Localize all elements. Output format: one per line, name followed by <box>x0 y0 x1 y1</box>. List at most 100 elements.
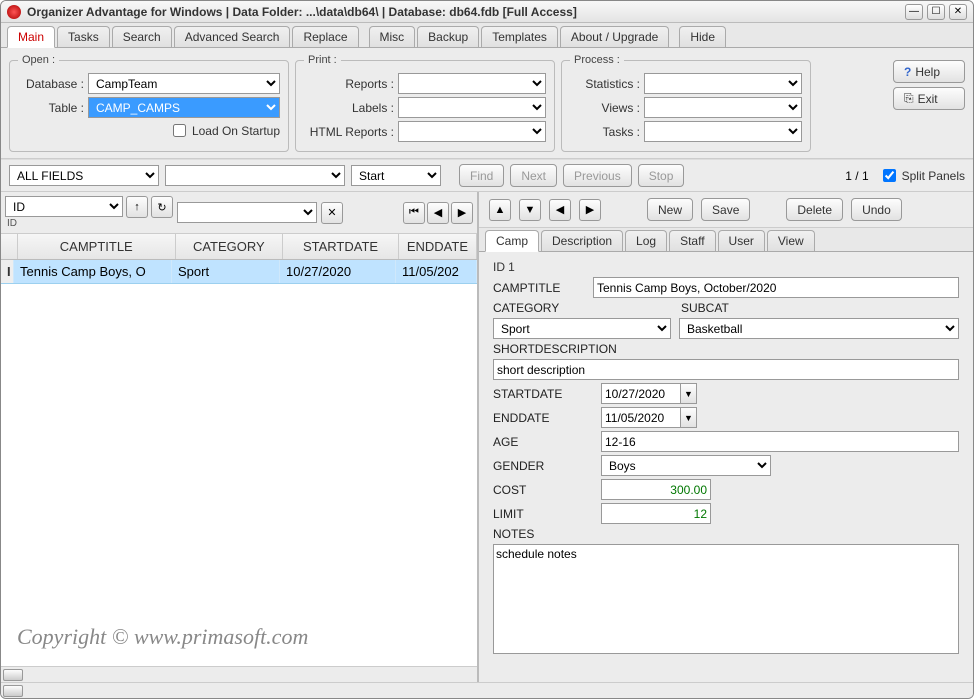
help-button[interactable]: ?Help <box>893 60 965 83</box>
tab-hide[interactable]: Hide <box>679 26 726 47</box>
load-on-startup-check[interactable]: Load On Startup <box>169 121 280 140</box>
sort1-select[interactable]: ID <box>5 196 123 217</box>
sort1-label: ID <box>5 218 173 229</box>
reports-select[interactable] <box>398 73 546 94</box>
next-button[interactable]: Next <box>510 164 557 187</box>
split-panels-check[interactable]: Split Panels <box>879 166 965 185</box>
collapse-up-button[interactable]: ▲ <box>489 199 511 221</box>
expand-down-button[interactable]: ▼ <box>519 199 541 221</box>
table-label: Table : <box>18 101 84 115</box>
app-window: Organizer Advantage for Windows | Data F… <box>0 0 974 699</box>
save-button[interactable]: Save <box>701 198 750 221</box>
detail-tab-user[interactable]: User <box>718 230 765 251</box>
field-select[interactable]: ALL FIELDS <box>9 165 159 186</box>
nav-prev-button[interactable]: ◀ <box>427 202 449 224</box>
camptitle-input[interactable] <box>593 277 959 298</box>
col-category[interactable]: CATEGORY <box>176 234 284 259</box>
tab-search[interactable]: Search <box>112 26 172 47</box>
col-startdate[interactable]: STARTDATE <box>283 234 399 259</box>
database-select[interactable]: CampTeam <box>88 73 280 94</box>
procTasks-label: Tasks : <box>570 125 640 139</box>
age-label: AGE <box>493 435 593 449</box>
gender-select[interactable]: Boys <box>601 455 771 476</box>
previous-button[interactable]: Previous <box>563 164 632 187</box>
tab-replace[interactable]: Replace <box>292 26 358 47</box>
maximize-button[interactable]: ☐ <box>927 4 945 20</box>
main-tabbar: Main Tasks Search Advanced Search Replac… <box>1 23 973 48</box>
id-value: 1 <box>508 260 515 274</box>
detail-tab-camp[interactable]: Camp <box>485 230 539 252</box>
detail-tab-log[interactable]: Log <box>625 230 667 251</box>
age-input[interactable] <box>601 431 959 452</box>
tab-advanced-search[interactable]: Advanced Search <box>174 26 291 47</box>
start-mode-select[interactable]: Start <box>351 165 441 186</box>
procTasks-select[interactable] <box>644 121 802 142</box>
open-group: Open : Database : CampTeam Table : CAMP_… <box>9 54 289 152</box>
shortdesc-input[interactable] <box>493 359 959 380</box>
delete-button[interactable]: Delete <box>786 198 843 221</box>
html-select[interactable] <box>398 121 546 142</box>
stop-button[interactable]: Stop <box>638 164 685 187</box>
enddate-picker-button[interactable]: ▼ <box>681 407 697 428</box>
labels-select[interactable] <box>398 97 546 118</box>
cost-input[interactable] <box>601 479 711 500</box>
subcat-select[interactable]: Basketball <box>679 318 959 339</box>
startdate-input[interactable] <box>601 383 681 404</box>
page-indicator: 1 / 1 <box>845 169 868 183</box>
notes-label: NOTES <box>493 527 534 541</box>
filter-value-select[interactable] <box>165 165 345 186</box>
sort2-select[interactable] <box>177 202 317 223</box>
startdate-picker-button[interactable]: ▼ <box>681 383 697 404</box>
tab-tasks[interactable]: Tasks <box>57 26 110 47</box>
tab-misc[interactable]: Misc <box>369 26 416 47</box>
move-right-button[interactable]: ▶ <box>579 199 601 221</box>
views-select[interactable] <box>644 97 802 118</box>
enddate-input[interactable] <box>601 407 681 428</box>
detail-tab-staff[interactable]: Staff <box>669 230 715 251</box>
database-label: Database : <box>18 77 84 91</box>
category-select[interactable]: Sport <box>493 318 671 339</box>
grid-body[interactable]: I Tennis Camp Boys, O Sport 10/27/2020 1… <box>1 260 477 666</box>
print-group: Print : Reports : Labels : HTML Reports … <box>295 54 555 152</box>
bottom-hscroll[interactable] <box>1 682 973 698</box>
nav-next-button[interactable]: ▶ <box>451 202 473 224</box>
right-pane: ▲ ▼ ◀ ▶ New Save Delete Undo Camp Descri… <box>479 192 973 682</box>
labels-label: Labels : <box>304 101 394 115</box>
clear-sort-button[interactable]: ✕ <box>321 202 343 224</box>
find-button[interactable]: Find <box>459 164 504 187</box>
subcat-label: SUBCAT <box>681 301 729 315</box>
col-camptitle[interactable]: CAMPTITLE <box>18 234 176 259</box>
col-enddate[interactable]: ENDDATE <box>399 234 477 259</box>
new-button[interactable]: New <box>647 198 693 221</box>
close-button[interactable]: ✕ <box>949 4 967 20</box>
process-group: Process : Statistics : Views : Tasks : <box>561 54 811 152</box>
tab-about[interactable]: About / Upgrade <box>560 26 669 47</box>
table-select[interactable]: CAMP_CAMPS <box>88 97 280 118</box>
stats-select[interactable] <box>644 73 802 94</box>
sort-asc-button[interactable]: ↑ <box>126 196 148 218</box>
cost-label: COST <box>493 483 593 497</box>
left-hscroll[interactable] <box>1 666 477 682</box>
filter-toolbar: ALL FIELDS Start Find Next Previous Stop… <box>1 159 973 192</box>
nav-first-button[interactable]: ⏮ <box>403 202 425 224</box>
table-row[interactable]: I Tennis Camp Boys, O Sport 10/27/2020 1… <box>1 260 477 284</box>
form-area: ID 1 CAMPTITLE CATEGORY SUBCAT Sport <box>479 252 973 682</box>
detail-tabbar: Camp Description Log Staff User View <box>479 228 973 252</box>
tab-templates[interactable]: Templates <box>481 26 558 47</box>
window-title: Organizer Advantage for Windows | Data F… <box>27 5 577 19</box>
undo-button[interactable]: Undo <box>851 198 902 221</box>
notes-textarea[interactable] <box>493 544 959 654</box>
move-left-button[interactable]: ◀ <box>549 199 571 221</box>
detail-tab-description[interactable]: Description <box>541 230 623 251</box>
sort-refresh-button[interactable]: ↻ <box>151 196 173 218</box>
exit-button[interactable]: ⎘Exit <box>893 87 965 110</box>
tab-main[interactable]: Main <box>7 26 55 48</box>
reports-label: Reports : <box>304 77 394 91</box>
tab-backup[interactable]: Backup <box>417 26 479 47</box>
row-marker: I <box>1 260 14 283</box>
limit-input[interactable] <box>601 503 711 524</box>
startdate-label: STARTDATE <box>493 387 593 401</box>
detail-tab-view[interactable]: View <box>767 230 815 251</box>
minimize-button[interactable]: — <box>905 4 923 20</box>
watermark: Copyright © www.primasoft.com <box>17 624 308 650</box>
